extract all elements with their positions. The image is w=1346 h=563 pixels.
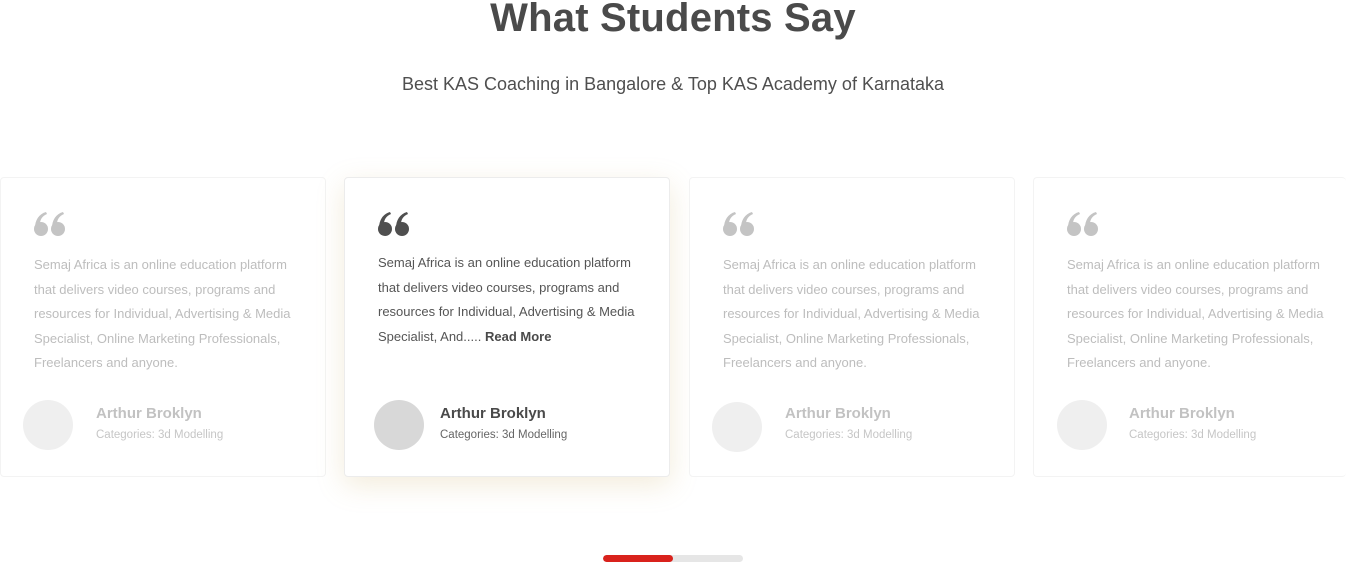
testimonial-text: Semaj Africa is an online education plat… (34, 257, 291, 370)
testimonial-card-active[interactable]: Semaj Africa is an online education plat… (344, 177, 670, 477)
testimonial-text: Semaj Africa is an online education plat… (378, 251, 653, 349)
author-category: Categories: 3d Modelling (1129, 429, 1257, 441)
author-name: Arthur Broklyn (785, 405, 891, 422)
avatar (23, 400, 73, 450)
testimonial-carousel[interactable]: Semaj Africa is an online education plat… (0, 0, 1346, 563)
quote-icon (1067, 211, 1101, 237)
pagination-progress (603, 555, 673, 562)
read-more-link[interactable]: Read More (485, 329, 551, 344)
quote-icon (378, 211, 412, 237)
testimonial-card[interactable]: Semaj Africa is an online education plat… (689, 177, 1015, 477)
author-name: Arthur Broklyn (1129, 405, 1235, 422)
carousel-pagination[interactable] (603, 555, 743, 562)
quote-icon (723, 211, 757, 237)
quote-icon (34, 211, 68, 237)
avatar (1057, 400, 1107, 450)
testimonial-card[interactable]: Semaj Africa is an online education plat… (0, 177, 326, 477)
author-category: Categories: 3d Modelling (96, 429, 224, 441)
author-category: Categories: 3d Modelling (440, 429, 568, 441)
testimonial-text: Semaj Africa is an online education plat… (723, 257, 980, 370)
avatar (374, 400, 424, 450)
author-category: Categories: 3d Modelling (785, 429, 913, 441)
avatar (712, 402, 762, 452)
testimonial-text: Semaj Africa is an online education plat… (1067, 257, 1324, 370)
author-name: Arthur Broklyn (440, 405, 546, 422)
testimonial-card[interactable]: Semaj Africa is an online education plat… (1033, 177, 1346, 477)
author-name: Arthur Broklyn (96, 405, 202, 422)
